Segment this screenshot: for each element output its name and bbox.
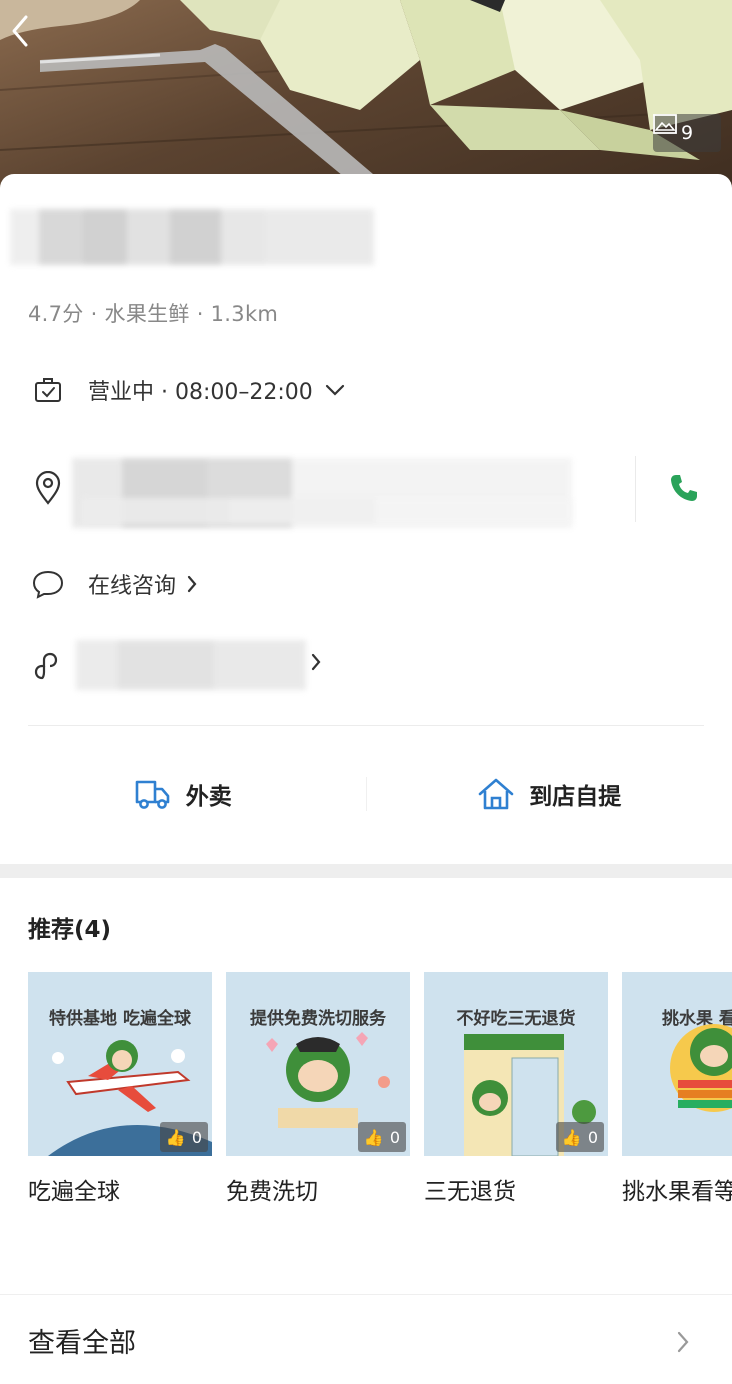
business-hours-row[interactable]: 营业中 · 08:00–22:00 — [0, 368, 732, 412]
business-hours: 营业中 · 08:00–22:00 — [88, 380, 313, 405]
phone-icon — [671, 475, 697, 501]
call-button[interactable] — [660, 468, 708, 508]
recommend-item-name: 挑水果看等级 — [622, 1179, 732, 1205]
view-all-divider — [0, 1294, 732, 1295]
thumbs-up-icon: 👍 — [561, 1127, 582, 1147]
store-info-card: 4.7分 · 水果生鲜 · 1.3km 营业中 · 08:00–22:00 在线… — [0, 174, 732, 864]
melon-photo — [0, 0, 732, 190]
like-count: 0 — [389, 1127, 400, 1147]
monkey-grading-illustration — [670, 1024, 732, 1112]
link-redacted — [76, 640, 306, 690]
section-divider — [28, 725, 704, 726]
back-button[interactable] — [10, 14, 50, 60]
delivery-truck-icon — [135, 780, 170, 809]
like-count: 0 — [587, 1127, 598, 1147]
chevron-right-icon — [311, 653, 321, 671]
photo-count: 9 — [680, 122, 694, 144]
like-count: 0 — [191, 1127, 202, 1147]
pickup-label: 到店自提 — [529, 784, 622, 810]
chevron-right-icon — [677, 1331, 689, 1353]
view-all-label: 查看全部 — [28, 1327, 136, 1359]
thumbs-up-icon: 👍 — [165, 1127, 186, 1147]
image-icon — [653, 114, 677, 134]
like-badge[interactable]: 👍 0 — [555, 1122, 604, 1152]
back-arrow-icon — [12, 15, 28, 47]
address-row[interactable] — [0, 452, 732, 532]
recommend-image: 提供免费洗切服务 👍 0 — [226, 972, 410, 1156]
thumbs-up-icon: 👍 — [363, 1127, 384, 1147]
briefcase-icon — [30, 372, 66, 408]
recommend-image: 不好吃三无退货 👍 0 — [424, 972, 608, 1156]
home-icon — [478, 778, 514, 810]
recommend-item-name: 免费洗切 — [226, 1179, 318, 1205]
recommend-list[interactable]: 特供基地 吃遍全球 👍 0 吃遍全球 提供免费洗切服务 👍 0 免费洗切 不好吃… — [28, 972, 732, 1222]
recommend-image: 挑水果 看等级 — [622, 972, 732, 1156]
section-gap — [0, 864, 732, 878]
link-icon — [30, 648, 66, 684]
chevron-right-icon — [187, 575, 197, 593]
recommend-item[interactable]: 挑水果 看等级 挑水果看等级 — [622, 972, 732, 1206]
delivery-label: 外卖 — [185, 784, 232, 810]
recommend-item-name: 吃遍全球 — [28, 1179, 120, 1205]
address-divider — [635, 456, 636, 522]
recommend-item[interactable]: 不好吃三无退货 👍 0 三无退货 — [424, 972, 608, 1206]
mini-program-link-row[interactable] — [0, 638, 732, 694]
photo-count-badge[interactable]: 9 — [653, 114, 721, 152]
chat-bubble-icon — [30, 566, 66, 602]
delivery-button[interactable]: 外卖 — [0, 754, 366, 834]
view-all-button[interactable]: 查看全部 — [0, 1296, 732, 1384]
address-redacted-line2 — [82, 498, 572, 524]
recommend-item[interactable]: 特供基地 吃遍全球 👍 0 吃遍全球 — [28, 972, 212, 1206]
recommend-image: 特供基地 吃遍全球 👍 0 — [28, 972, 212, 1156]
like-badge[interactable]: 👍 0 — [357, 1122, 406, 1152]
hero-photo[interactable]: 9 — [0, 0, 732, 200]
store-meta: 4.7分 · 水果生鲜 · 1.3km — [28, 302, 279, 326]
online-consult-row[interactable]: 在线咨询 — [0, 562, 732, 606]
recommend-item[interactable]: 提供免费洗切服务 👍 0 免费洗切 — [226, 972, 410, 1206]
chevron-down-icon[interactable] — [325, 383, 345, 397]
store-name-redacted — [10, 209, 374, 265]
online-consult-label: 在线咨询 — [88, 574, 177, 599]
like-badge[interactable]: 👍 0 — [159, 1122, 208, 1152]
recommend-item-name: 三无退货 — [424, 1179, 516, 1205]
recommend-title: 推荐(4) — [28, 917, 112, 943]
service-actions: 外卖 到店自提 — [0, 754, 732, 834]
location-pin-icon — [30, 470, 66, 506]
pickup-button[interactable]: 到店自提 — [367, 754, 732, 834]
